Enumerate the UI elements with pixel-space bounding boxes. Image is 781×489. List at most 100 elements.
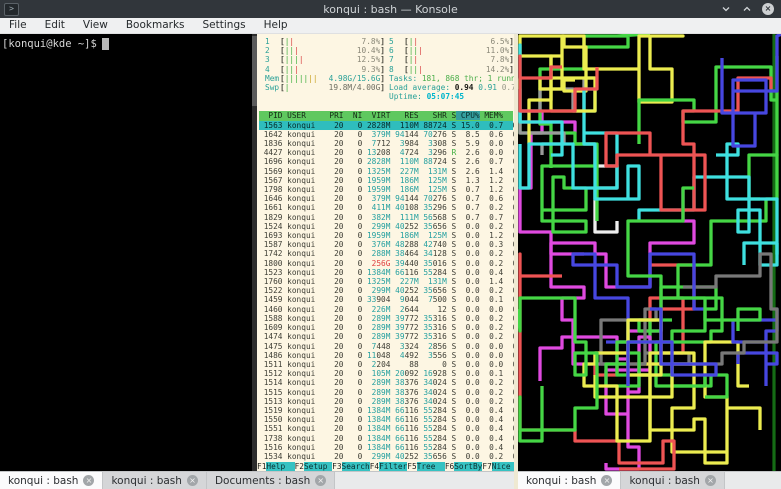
process-row[interactable]: 1551 konqui 20 0 1384M 66116 55284 S 0.0… [259,424,513,433]
menu-bookmarks[interactable]: Bookmarks [117,18,194,33]
title-bar[interactable]: > konqui : bash — Konsole × [0,0,781,18]
pipe [606,78,771,210]
tasks-line: Tasks: 181, 868 thr; 1 runni [389,74,514,83]
process-row[interactable]: 1738 konqui 20 0 1384M 66116 55284 S 0.0… [259,434,513,443]
process-row[interactable]: 1693 konqui 20 0 1959M 186M 125M S 0.0 1… [259,231,513,240]
htop-function-bar: F1Help F2Setup F3SearchF4FilterF5Tree F6… [257,462,514,471]
process-row[interactable]: 1515 konqui 20 0 289M 38376 34024 S 0.0 … [259,388,513,397]
sort-column-header[interactable]: CPU% [456,111,479,120]
tab-bar-row: konqui : bash×konqui : bash×Documents : … [0,471,781,489]
process-row[interactable]: 1523 konqui 20 0 1384M 66116 55284 S 0.0… [259,268,513,277]
konsole-window: > konqui : bash — Konsole × FileEditView… [0,0,781,488]
tab-label: konqui : bash [111,475,181,487]
meter-bars: || [409,37,418,46]
pipe [617,287,760,342]
process-row[interactable]: 1486 konqui 20 0 11048 4492 3556 S 0.0 0… [259,351,513,360]
fkey-search[interactable]: F3Search [332,462,370,471]
right-tab-0[interactable]: konqui : bash × [518,472,621,489]
left-tab-1[interactable]: konqui : bash × [103,472,206,489]
process-row[interactable]: 1642 konqui 20 0 379M 94144 70276 S 8.5 … [259,130,513,139]
process-row[interactable]: 1563 konqui 20 0 2828M 110M 88724 S 15.0… [259,121,513,130]
process-row[interactable]: 1513 konqui 20 0 289M 38376 34024 S 0.0 … [259,397,513,406]
process-row[interactable]: 1534 konqui 20 0 299M 40252 35656 S 0.0 … [259,452,513,461]
tab-close-icon[interactable]: × [315,475,326,486]
meter-bars: || [409,55,418,64]
process-row[interactable]: 4427 konqui 20 0 13208 4724 3296 R 2.6 0… [259,148,513,157]
fkey-help[interactable]: F1Help [257,462,295,471]
tab-label: konqui : bash [526,475,596,487]
process-table-header[interactable]: PID USER PRI NI VIRT RES SHR S CPU% MEM% [259,111,513,120]
process-row[interactable]: 1550 konqui 20 0 1384M 66116 55284 S 0.0… [259,415,513,424]
process-row[interactable]: 1829 konqui 20 0 382M 111M 56568 S 0.7 0… [259,213,513,222]
process-row[interactable]: 1522 konqui 20 0 299M 40252 35656 S 0.0 … [259,286,513,295]
process-row[interactable]: 1609 konqui 20 0 289M 39772 35316 S 0.0 … [259,323,513,332]
minimize-button[interactable] [720,3,732,15]
process-row[interactable]: 1519 konqui 20 0 1384M 66116 55284 S 0.0… [259,406,513,415]
process-row[interactable]: 1524 konqui 20 0 299M 40252 35656 S 0.0 … [259,222,513,231]
process-row[interactable]: 1760 konqui 20 0 1325M 227M 131M S 0.0 1… [259,277,513,286]
menu-edit[interactable]: Edit [36,18,74,33]
mem-meter-value: 4.98G/15.6G [329,74,381,83]
process-row[interactable]: 1569 konqui 20 0 1325M 227M 131M S 2.6 1… [259,167,513,176]
right-tab-1[interactable]: konqui : bash × [621,472,724,489]
process-row[interactable]: 1798 konqui 20 0 1959M 186M 125M S 0.7 1… [259,185,513,194]
menu-view[interactable]: View [74,18,117,33]
cpu-meter-label: 6 [389,46,404,55]
meter-bars: | [285,83,290,92]
htop-pane[interactable]: 1[||7.8%]2[|||10.4%]3[||||12.5%]4[|||9.3… [257,34,514,471]
process-row[interactable]: 1512 konqui 20 0 105M 20092 16928 S 0.0 … [259,369,513,378]
load-average-line: Load average: 0.94 0.91 0.77 [389,83,514,92]
process-row[interactable]: 1587 konqui 20 0 376M 48288 42740 S 0.0 … [259,240,513,249]
meter-bars: ||||||| [285,74,318,83]
tab-bar-left: konqui : bash×konqui : bash×Documents : … [0,471,514,489]
process-row[interactable]: 1836 konqui 20 0 7712 3984 3308 S 5.9 0.… [259,139,513,148]
process-row[interactable]: 1475 konqui 20 0 7448 3324 2856 S 0.0 0.… [259,342,513,351]
fkey-setup[interactable]: F2Setup [295,462,333,471]
cpu-meter-value: 14.2% [486,65,509,74]
terminal-cursor [102,38,109,50]
menu-settings[interactable]: Settings [194,18,255,33]
pipes-art [518,34,781,471]
maximize-button[interactable] [741,3,753,15]
process-row[interactable]: 1567 konqui 20 0 1959M 186M 125M S 1.3 1… [259,176,513,185]
menu-file[interactable]: File [0,18,36,33]
process-row[interactable]: 1742 konqui 20 0 288M 38464 34128 S 0.0 … [259,249,513,258]
process-row[interactable]: 1661 konqui 20 0 411M 40108 35296 S 0.7 … [259,203,513,212]
tab-label: konqui : bash [629,475,699,487]
terminal-pane[interactable]: [konqui@kde ~]$ [0,34,252,471]
cpu-meter-value: 7.8% [362,37,381,46]
left-tab-2[interactable]: Documents : bash× [207,472,335,489]
tab-close-icon[interactable]: × [705,475,716,486]
tab-close-icon[interactable]: × [187,475,198,486]
fkey-nice[interactable]: F7Nice - [482,462,514,471]
process-row[interactable]: 1460 konqui 20 0 226M 2644 12 S 0.0 0.0 … [259,305,513,314]
fkey-sortby[interactable]: F6SortBy [445,462,483,471]
cpu-meter-value: 11.0% [486,46,509,55]
fkey-filter[interactable]: F4Filter [370,462,408,471]
pipes-pane[interactable] [518,34,781,471]
process-row[interactable]: 1646 konqui 20 0 379M 94144 70276 S 0.7 … [259,194,513,203]
pipe [551,188,694,287]
menu-help[interactable]: Help [255,18,297,33]
mem-meter: Mem[|||||||4.98G/15.6G] [265,74,385,83]
tab-close-icon[interactable]: × [83,475,94,486]
cpu-meter-value: 9.3% [362,65,381,74]
cpu-meter-value: 6.5% [491,37,510,46]
process-row[interactable]: 1696 konqui 20 0 2828M 110M 88724 S 2.6 … [259,157,513,166]
process-row[interactable]: 1800 konqui 20 0 256G 39440 35016 S 0.0 … [259,259,513,268]
process-row[interactable]: 1514 konqui 20 0 289M 38376 34024 S 0.0 … [259,378,513,387]
fkey-tree[interactable]: F5Tree [407,462,445,471]
close-button[interactable]: × [762,3,774,15]
tab-close-icon[interactable]: × [601,475,612,486]
uptime-line: Uptime: 05:07:45 [389,92,514,101]
process-row[interactable]: 1459 konqui 20 0 33904 9044 7500 S 0.0 0… [259,295,513,304]
window-title: konqui : bash — Konsole [0,3,781,16]
cpu-meter-8: 8[|||14.2%] [389,65,514,74]
process-row[interactable]: 1511 konqui 20 0 2204 88 0 S 0.0 0.0 0 [259,360,513,369]
process-row[interactable]: 1588 konqui 20 0 289M 39772 35316 S 0.0 … [259,314,513,323]
cpu-meter-value: 7.8% [491,55,510,64]
process-row[interactable]: 1516 konqui 20 0 1384M 66116 55284 S 0.0… [259,443,513,452]
process-row[interactable]: 1474 konqui 20 0 289M 39772 35316 S 0.0 … [259,332,513,341]
pipe [722,34,781,146]
left-tab-0[interactable]: konqui : bash× [0,472,103,489]
